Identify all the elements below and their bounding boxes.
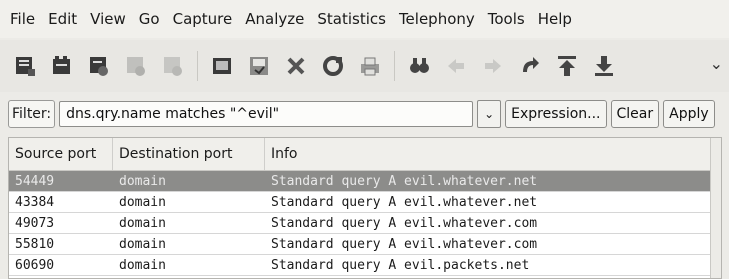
source-port-cell: 60690 [15, 257, 55, 273]
source-port-cell: 43384 [15, 194, 55, 210]
capture-options-icon[interactable] [49, 53, 75, 79]
close-file-icon[interactable] [283, 53, 309, 79]
info-cell: Standard query A evil.whatever.net [271, 194, 538, 210]
toolbar-overflow-icon[interactable]: ⌄ [710, 54, 723, 73]
find-packet-icon[interactable] [406, 53, 432, 79]
display-filter-input[interactable] [59, 101, 474, 127]
filter-history-dropdown[interactable]: ⌄ [477, 100, 502, 128]
destination-port-cell: domain [119, 194, 166, 210]
menu-capture[interactable]: Capture [173, 10, 233, 28]
stop-capture-icon [123, 53, 149, 79]
open-file-icon[interactable] [209, 53, 235, 79]
packet-list-scrollbar[interactable] [710, 138, 721, 278]
menu-go[interactable]: Go [139, 10, 160, 28]
menu-view[interactable]: View [90, 10, 126, 28]
packet-row[interactable]: 54449 domain Standard query A evil.whate… [9, 171, 721, 192]
go-back-icon [443, 53, 469, 79]
main-toolbar: ⌄ [0, 40, 729, 92]
info-cell: Standard query A evil.packets.net [271, 257, 530, 273]
clear-button[interactable]: Clear [610, 100, 660, 128]
menu-analyze[interactable]: Analyze [245, 10, 304, 28]
display-filter-bar: Filter: ⌄ Expression... Clear Apply [0, 95, 729, 133]
toolbar-separator [197, 51, 198, 81]
wireshark-window: File Edit View Go Capture Analyze Statis… [0, 0, 729, 279]
destination-port-cell: domain [119, 236, 166, 252]
menu-tools[interactable]: Tools [488, 10, 525, 28]
start-capture-icon[interactable] [86, 53, 112, 79]
restart-capture-icon [160, 53, 186, 79]
source-port-cell: 49073 [15, 215, 55, 231]
packet-list: Source port Destination port Info 54449 … [8, 137, 722, 279]
destination-port-cell: domain [119, 215, 166, 231]
menu-statistics[interactable]: Statistics [317, 10, 386, 28]
apply-button[interactable]: Apply [663, 100, 715, 128]
destination-port-cell: domain [119, 257, 166, 273]
menu-help[interactable]: Help [538, 10, 572, 28]
packet-row[interactable]: 49073 domain Standard query A evil.whate… [9, 213, 721, 234]
column-header-destination-port[interactable]: Destination port [113, 138, 265, 170]
save-file-icon[interactable] [246, 53, 272, 79]
menu-telephony[interactable]: Telephony [399, 10, 475, 28]
info-cell: Standard query A evil.whatever.com [271, 215, 538, 231]
reload-icon[interactable] [320, 53, 346, 79]
expression-button[interactable]: Expression... [505, 100, 607, 128]
toolbar-separator [394, 51, 395, 81]
menu-file[interactable]: File [10, 10, 35, 28]
source-port-cell: 55810 [15, 236, 55, 252]
menu-edit[interactable]: Edit [48, 10, 77, 28]
source-port-cell: 54449 [15, 173, 55, 189]
interface-list-icon[interactable] [12, 53, 38, 79]
chevron-down-icon: ⌄ [484, 107, 495, 121]
filter-label-button[interactable]: Filter: [8, 100, 56, 128]
packet-row[interactable]: 43384 domain Standard query A evil.whate… [9, 192, 721, 213]
go-first-icon[interactable] [554, 53, 580, 79]
menu-bar: File Edit View Go Capture Analyze Statis… [0, 0, 729, 38]
print-icon[interactable] [357, 53, 383, 79]
info-cell: Standard query A evil.whatever.net [271, 173, 538, 189]
column-header-info[interactable]: Info [265, 138, 720, 170]
packet-row[interactable]: 60690 domain Standard query A evil.packe… [9, 255, 721, 276]
info-cell: Standard query A evil.whatever.com [271, 236, 538, 252]
go-forward-icon [480, 53, 506, 79]
packet-row[interactable]: 55810 domain Standard query A evil.whate… [9, 234, 721, 255]
column-header-source-port[interactable]: Source port [9, 138, 113, 170]
packet-list-header: Source port Destination port Info [9, 138, 721, 171]
go-last-icon[interactable] [591, 53, 617, 79]
destination-port-cell: domain [119, 173, 166, 189]
go-to-packet-icon[interactable] [517, 53, 543, 79]
